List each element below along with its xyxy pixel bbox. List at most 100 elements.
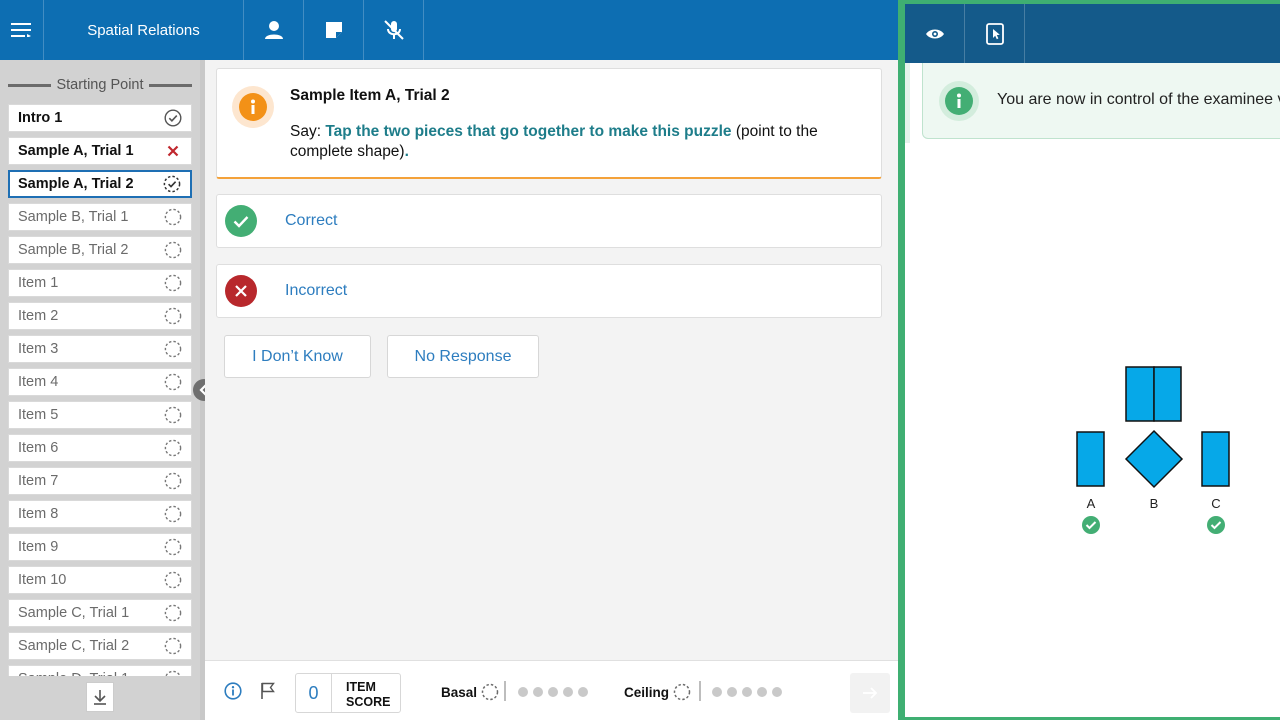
- in-progress-icon: [163, 175, 181, 193]
- pending-icon: [164, 439, 182, 457]
- item-status: [163, 603, 183, 623]
- sidebar-item[interactable]: Sample C, Trial 2: [8, 632, 192, 660]
- audio-record-button[interactable]: [364, 0, 424, 60]
- item-status: [163, 372, 183, 392]
- item-status: [163, 405, 183, 425]
- piece-b-label: B: [1150, 496, 1159, 511]
- sidebar-item-label: Item 9: [18, 539, 59, 555]
- no-response-button[interactable]: No Response: [387, 335, 539, 378]
- info-icon: [957, 93, 961, 108]
- basal-indicator: Basal: [441, 683, 499, 701]
- sidebar-item[interactable]: Item 8: [8, 500, 192, 528]
- ceiling-separator: [699, 681, 701, 701]
- pending-icon: [164, 538, 182, 556]
- sidebar-item[interactable]: Item 9: [8, 533, 192, 561]
- starting-point-label: Starting Point: [56, 77, 144, 93]
- correct-label: Correct: [285, 212, 338, 229]
- pending-icon: [164, 637, 182, 655]
- sidebar-item-label: Item 1: [18, 275, 59, 291]
- puzzle-stimulus: A B C: [1076, 366, 1230, 534]
- sidebar-item[interactable]: Item 1: [8, 269, 192, 297]
- ceiling-label: Ceiling: [624, 684, 670, 700]
- say-prompt: Tap the two pieces that go together to m…: [325, 123, 732, 140]
- item-status: [163, 306, 183, 326]
- close-icon: [167, 145, 179, 157]
- sidebar-item-label: Intro 1: [18, 110, 63, 126]
- sidebar-item[interactable]: Item 7: [8, 467, 192, 495]
- piece-c-label: C: [1211, 496, 1220, 511]
- download-button[interactable]: [86, 682, 114, 712]
- sidebar-item-label: Item 5: [18, 407, 59, 423]
- piece-b[interactable]: [1124, 429, 1184, 489]
- sidebar-item[interactable]: Item 6: [8, 434, 192, 462]
- check-circle-icon: [164, 109, 182, 127]
- pending-icon: [164, 340, 182, 358]
- sidebar-item[interactable]: Sample B, Trial 2: [8, 236, 192, 264]
- say-label: Say:: [290, 123, 322, 140]
- ceiling-dots: [712, 687, 782, 697]
- sidebar-item[interactable]: Sample B, Trial 1: [8, 203, 192, 231]
- item-info-button[interactable]: [224, 682, 242, 700]
- examinee-toolbar: [905, 4, 1280, 63]
- sidebar-item-label: Item 3: [18, 341, 59, 357]
- piece-a-label: A: [1087, 496, 1096, 511]
- pending-icon: [164, 604, 182, 622]
- item-status: [163, 438, 183, 458]
- sidebar-item-label: Item 7: [18, 473, 59, 489]
- item-list[interactable]: Intro 1 Sample A, Trial 1 Sample A, Trial …: [8, 104, 192, 676]
- item-status: [163, 537, 183, 557]
- pending-icon: [164, 373, 182, 391]
- pending-icon: [164, 505, 182, 523]
- pending-icon: [164, 241, 182, 259]
- examinee-view: You are now in control of the examinee v…: [905, 4, 1280, 717]
- basal-dots: [518, 687, 588, 697]
- sidebar-item[interactable]: Sample A, Trial 1: [8, 137, 192, 165]
- sidebar-item-label: Sample C, Trial 1: [18, 605, 130, 621]
- flag-button[interactable]: [260, 682, 276, 700]
- sidebar-item-label: Item 10: [18, 572, 67, 588]
- sidebar-item[interactable]: Item 10: [8, 566, 192, 594]
- dont-know-button[interactable]: I Don’t Know: [224, 335, 371, 378]
- subtest-title: Spatial Relations: [44, 0, 244, 60]
- sidebar-item[interactable]: Intro 1: [8, 104, 192, 132]
- basal-label: Basal: [441, 684, 478, 700]
- sidebar-item[interactable]: Sample A, Trial 2: [8, 170, 192, 198]
- sidebar-item-label: Sample B, Trial 2: [18, 242, 129, 258]
- examinee-control-button[interactable]: [965, 4, 1025, 63]
- eye-icon: [925, 29, 944, 38]
- item-status: [163, 240, 183, 260]
- incorrect-response-button[interactable]: Incorrect: [216, 264, 882, 318]
- piece-a[interactable]: [1076, 431, 1105, 487]
- selected-check-icon: [1207, 516, 1225, 534]
- sidebar-item[interactable]: Item 4: [8, 368, 192, 396]
- item-status: [162, 174, 182, 194]
- item-status: [163, 471, 183, 491]
- target-shape: [1125, 366, 1182, 422]
- next-item-button[interactable]: [850, 673, 890, 713]
- piece-c[interactable]: [1201, 431, 1230, 487]
- info-outline-icon: [224, 682, 242, 700]
- menu-button[interactable]: [0, 0, 44, 60]
- note-icon: [325, 22, 342, 38]
- sidebar-item[interactable]: Sample D, Trial 1: [8, 665, 192, 676]
- sidebar-item-label: Item 4: [18, 374, 59, 390]
- pending-icon: [164, 307, 182, 325]
- sidebar-item[interactable]: Item 2: [8, 302, 192, 330]
- sidebar-item-label: Item 6: [18, 440, 59, 456]
- sidebar-item[interactable]: Item 5: [8, 401, 192, 429]
- correct-response-button[interactable]: Correct: [216, 194, 882, 248]
- sidebar-item-label: Item 2: [18, 308, 59, 324]
- instruction-card: Sample Item A, Trial 2 Say: Tap the two …: [216, 68, 882, 179]
- item-content: Sample Item A, Trial 2 Say: Tap the two …: [205, 60, 898, 660]
- ceiling-indicator: Ceiling: [624, 683, 691, 701]
- item-sidebar: Starting Point Intro 1 Sample A, Trial 1 S…: [0, 60, 200, 720]
- sidebar-item[interactable]: Sample C, Trial 1: [8, 599, 192, 627]
- person-icon: [264, 21, 283, 39]
- sidebar-item[interactable]: Item 3: [8, 335, 192, 363]
- examinee-info-button[interactable]: [244, 0, 304, 60]
- pending-icon: [164, 472, 182, 490]
- instruction-end: .: [404, 143, 409, 160]
- notes-button[interactable]: [304, 0, 364, 60]
- pending-icon: [164, 406, 182, 424]
- preview-button[interactable]: [905, 4, 965, 63]
